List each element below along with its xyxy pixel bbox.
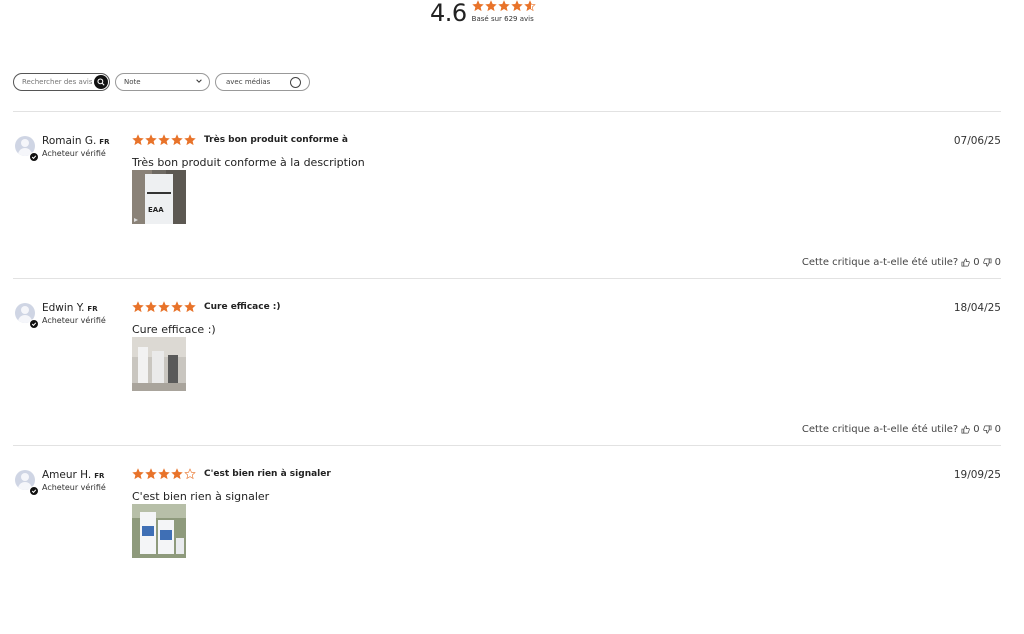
review-item: Romain G. FR Acheteur vérifié Très bon pr… — [13, 134, 1001, 300]
divider — [13, 111, 1001, 112]
review-title: C'est bien rien à signaler — [204, 469, 331, 479]
thumbs-down-icon[interactable] — [982, 425, 992, 434]
star-icon — [184, 301, 196, 313]
star-icon — [523, 0, 536, 12]
verified-buyer: Acheteur vérifié — [42, 149, 106, 158]
downvote-count: 0 — [994, 424, 1001, 435]
chevron-down-icon — [196, 79, 202, 83]
upvote-count: 0 — [973, 257, 980, 268]
thumbs-up-icon[interactable] — [961, 258, 970, 267]
rating-filter-select[interactable]: Note — [115, 73, 210, 91]
divider — [13, 278, 1001, 279]
rating-filter-label: Note — [124, 78, 141, 86]
review-stars — [132, 301, 196, 313]
check-icon — [29, 486, 39, 496]
star-icon — [158, 134, 170, 146]
review-photo[interactable] — [132, 337, 186, 391]
star-icon — [484, 0, 497, 12]
star-icon — [184, 134, 196, 146]
star-icon — [171, 301, 183, 313]
review-stars — [132, 468, 196, 480]
verified-buyer: Acheteur vérifié — [42, 316, 106, 325]
search-icon — [97, 78, 105, 86]
review-author: Romain G. FR — [42, 135, 109, 147]
review-title: Cure efficace :) — [204, 302, 281, 312]
helpful-question: Cette critique a-t-elle été utile? — [801, 424, 959, 435]
star-icon — [184, 468, 196, 480]
downvote-count: 0 — [994, 257, 1001, 268]
helpful-votes: Cette critique a-t-elle été utile? 0 0 — [802, 424, 1001, 435]
review-author: Edwin Y. FR — [42, 302, 98, 314]
svg-text:EAA: EAA — [148, 206, 164, 214]
author-name: Romain G. — [42, 135, 97, 147]
star-icon — [171, 134, 183, 146]
review-date: 18/04/25 — [953, 302, 1001, 314]
star-icon — [145, 468, 157, 480]
summary-stars — [471, 0, 536, 13]
review-body: C'est bien rien à signaler — [132, 490, 270, 503]
country-code: FR — [87, 305, 98, 313]
review-body: Cure efficace :) — [132, 323, 216, 336]
star-icon — [158, 468, 170, 480]
search-input[interactable] — [22, 78, 92, 86]
star-icon — [471, 0, 484, 12]
review-stars — [132, 134, 196, 146]
review-item: Ameur H. FR Acheteur vérifié C'est bien r… — [13, 468, 1001, 634]
review-body: Très bon produit conforme à la descripti… — [132, 156, 365, 169]
media-filter-toggle[interactable]: avec médias — [215, 73, 310, 91]
check-icon — [29, 152, 39, 162]
review-author: Ameur H. FR — [42, 469, 104, 481]
country-code: FR — [94, 472, 105, 480]
rating-summary: 4.6 Basé sur 629 avis — [430, 0, 536, 28]
star-icon — [158, 301, 170, 313]
star-icon — [132, 301, 144, 313]
review-count: Basé sur 629 avis — [471, 15, 534, 23]
star-icon — [145, 301, 157, 313]
review-photo[interactable] — [132, 504, 186, 558]
thumbs-up-icon[interactable] — [961, 425, 970, 434]
media-radio[interactable] — [290, 77, 301, 88]
review-item: Edwin Y. FR Acheteur vérifié Cure efficac… — [13, 301, 1001, 467]
media-filter-label: avec médias — [226, 78, 271, 86]
author-name: Ameur H. — [42, 469, 92, 481]
country-code: FR — [99, 138, 110, 146]
review-filters: Note avec médias — [13, 73, 310, 91]
search-box — [13, 73, 110, 91]
review-title: Très bon produit conforme à — [204, 135, 348, 145]
search-button[interactable] — [94, 75, 108, 89]
star-icon — [510, 0, 523, 12]
author-name: Edwin Y. — [42, 302, 85, 314]
thumbs-down-icon[interactable] — [982, 258, 992, 267]
verified-buyer: Acheteur vérifié — [42, 483, 106, 492]
star-icon — [145, 134, 157, 146]
upvote-count: 0 — [973, 424, 980, 435]
review-date: 19/09/25 — [953, 469, 1001, 481]
average-rating: 4.6 — [430, 0, 467, 27]
star-icon — [132, 468, 144, 480]
helpful-question: Cette critique a-t-elle été utile? — [801, 257, 959, 268]
divider — [13, 445, 1001, 446]
check-icon — [29, 319, 39, 329]
review-photo[interactable]: EAA — [132, 170, 186, 224]
review-date: 07/06/25 — [953, 135, 1001, 147]
helpful-votes: Cette critique a-t-elle été utile? 0 0 — [802, 257, 1001, 268]
star-icon — [171, 468, 183, 480]
star-icon — [132, 134, 144, 146]
star-icon — [497, 0, 510, 12]
